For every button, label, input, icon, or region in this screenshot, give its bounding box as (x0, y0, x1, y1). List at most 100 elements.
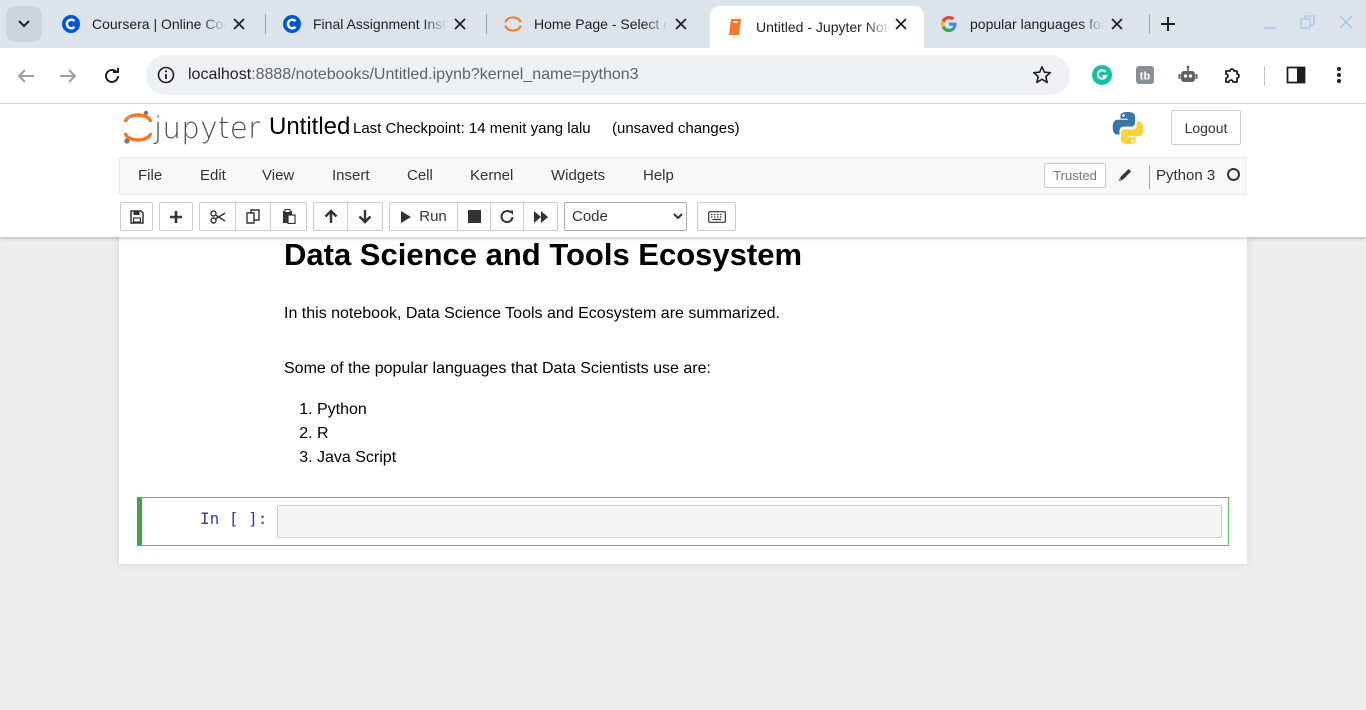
pencil-icon[interactable] (1116, 166, 1134, 184)
run-button-group: Run (389, 202, 558, 231)
site-info-icon[interactable] (156, 65, 176, 85)
arrow-right-icon (60, 69, 77, 83)
menu-help[interactable]: Help (643, 167, 674, 184)
notebook-name[interactable]: Untitled (269, 113, 350, 141)
close-tab-icon[interactable] (1108, 15, 1126, 33)
more-menu-icon[interactable] (1328, 64, 1350, 86)
restart-run-all-button[interactable] (524, 203, 557, 230)
minimize-icon (1264, 27, 1276, 29)
move-down-button[interactable] (348, 203, 382, 230)
restore-icon (1300, 15, 1315, 29)
paste-button[interactable] (271, 203, 306, 230)
tab-separator (265, 14, 266, 34)
close-tab-icon[interactable] (230, 15, 248, 33)
last-checkpoint: Last Checkpoint: 14 menit yang lalu (353, 120, 591, 137)
browser-tab-home-page[interactable]: Home Page - Select or create a notebook (488, 0, 704, 48)
browser-tab-untitled-notebook[interactable]: Untitled - Jupyter Notebook (710, 6, 924, 48)
kernel-name[interactable]: Python 3 (1156, 167, 1215, 184)
save-button[interactable] (121, 203, 152, 230)
coursera-icon (283, 15, 301, 33)
notebook-menubar: File Edit View Insert Cell Kernel Widget… (119, 157, 1246, 195)
close-tab-icon[interactable] (892, 15, 910, 33)
restart-kernel-button[interactable] (491, 203, 524, 230)
browser-tab-google-search[interactable]: popular languages for data science (924, 0, 1140, 48)
tab-title: Final Assignment Instructions (313, 16, 447, 32)
browser-tab-coursera[interactable]: Coursera | Online Courses & Credentials (46, 0, 262, 48)
back-button[interactable] (12, 62, 40, 90)
run-button[interactable]: Run (390, 203, 458, 230)
move-button-group (313, 202, 383, 231)
chevron-down-icon (18, 20, 30, 28)
plus-icon (170, 210, 182, 223)
menu-insert[interactable]: Insert (332, 167, 370, 184)
address-bar[interactable]: localhost:8888/notebooks/Untitled.ipynb?… (146, 55, 1070, 95)
extension-tb-icon[interactable]: tb (1134, 64, 1156, 86)
arrow-up-icon (324, 209, 337, 223)
code-cell-input[interactable] (277, 505, 1222, 538)
close-tab-icon[interactable] (672, 15, 690, 33)
robot-extension-icon[interactable] (1177, 64, 1199, 86)
minimize-window-button[interactable] (1258, 12, 1282, 32)
interrupt-kernel-button[interactable] (458, 203, 491, 230)
tab-title: Coursera | Online Courses & Credentials (92, 16, 226, 32)
languages-list: Python R Java Script (284, 398, 396, 470)
code-cell-prompt: In [ ]: (200, 509, 268, 528)
menu-cell[interactable]: Cell (407, 167, 433, 184)
insert-button-group (159, 202, 193, 231)
close-icon (1339, 15, 1353, 29)
menu-widgets[interactable]: Widgets (551, 167, 605, 184)
kernel-separator (1149, 165, 1150, 189)
menu-edit[interactable]: Edit (200, 167, 226, 184)
keyboard-icon (707, 210, 726, 223)
new-tab-button[interactable] (1156, 12, 1180, 36)
plus-icon (1161, 17, 1175, 31)
svg-text:tb: tb (1140, 71, 1151, 83)
browser-tab-final-assignment[interactable]: Final Assignment Instructions (267, 0, 483, 48)
list-item: Java Script (317, 446, 396, 470)
coursera-icon (62, 15, 80, 33)
cell-type-select[interactable]: Code Markdown Raw NBConvert Heading (564, 202, 687, 231)
menu-view[interactable]: View (262, 167, 294, 184)
tab-search-button[interactable] (6, 6, 42, 42)
restore-window-button[interactable] (1296, 12, 1320, 32)
jupyter-icon (504, 15, 522, 33)
jupyter-logo[interactable]: jupyter (124, 110, 261, 146)
reload-button[interactable] (98, 62, 126, 90)
trusted-indicator[interactable]: Trusted (1044, 163, 1106, 188)
forward-button[interactable] (54, 62, 82, 90)
close-tab-icon[interactable] (451, 15, 469, 33)
restart-icon (500, 210, 513, 224)
arrow-left-icon (17, 69, 34, 83)
edit-button-group (199, 202, 307, 231)
close-window-button[interactable] (1334, 12, 1358, 32)
autosave-status: (unsaved changes) (612, 120, 740, 137)
extensions-puzzle-icon[interactable] (1222, 64, 1244, 86)
command-palette-button[interactable] (698, 203, 735, 230)
grammarly-extension-icon[interactable] (1091, 64, 1113, 86)
copy-button[interactable] (236, 203, 271, 230)
list-item: R (317, 422, 396, 446)
insert-cell-button[interactable] (160, 203, 192, 230)
markdown-heading: Data Science and Tools Ecosystem (284, 237, 803, 272)
python-logo-icon (1110, 110, 1146, 146)
cut-button[interactable] (200, 203, 236, 230)
bookmark-star-icon[interactable] (1032, 65, 1052, 85)
reload-icon (105, 68, 119, 83)
command-palette-group (697, 202, 736, 231)
arrow-down-icon (358, 210, 372, 224)
url-text[interactable]: localhost:8888/notebooks/Untitled.ipynb?… (188, 66, 639, 84)
play-icon (401, 210, 412, 223)
url-path: :8888/notebooks/Untitled.ipynb?kernel_na… (251, 66, 639, 83)
run-label: Run (419, 208, 447, 225)
menu-kernel[interactable]: Kernel (470, 167, 513, 184)
browser-toolbar: localhost:8888/notebooks/Untitled.ipynb?… (0, 48, 1366, 104)
side-panel-icon[interactable] (1285, 64, 1307, 86)
list-item: Python (317, 398, 396, 422)
google-icon (940, 15, 958, 33)
save-icon (129, 209, 144, 224)
paste-icon (282, 209, 296, 224)
tab-title: popular languages for data science (970, 16, 1104, 32)
logout-button[interactable]: Logout (1171, 110, 1241, 145)
move-up-button[interactable] (314, 203, 348, 230)
menu-file[interactable]: File (138, 167, 162, 184)
